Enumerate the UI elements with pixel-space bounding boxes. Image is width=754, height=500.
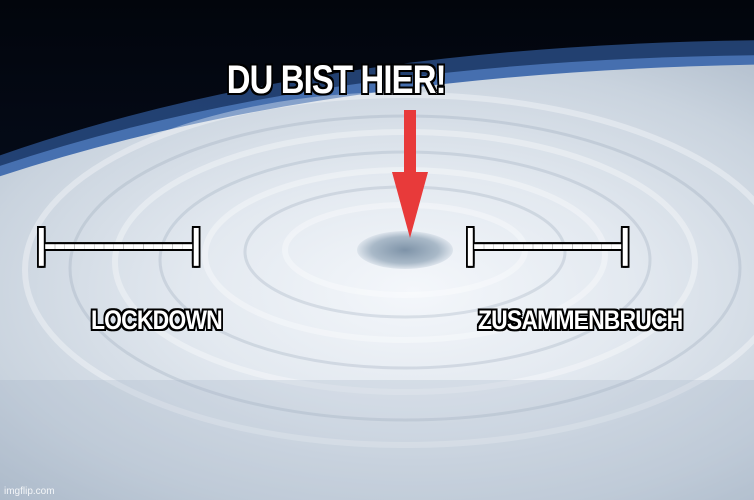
title-caption: DU BIST HIER! — [226, 58, 447, 102]
lockdown-label: LOCKDOWN — [91, 305, 223, 335]
right-bracket-bar: |---------------| — [465, 222, 630, 266]
collapse-label: ZUSAMMENBRUCH — [478, 305, 683, 335]
watermark: imgflip.com — [4, 486, 55, 497]
down-arrow-icon — [392, 110, 428, 238]
meme-image: DU BIST HIER! |---------------| |-------… — [0, 0, 754, 500]
left-bracket-bar: |---------------| — [36, 222, 201, 266]
